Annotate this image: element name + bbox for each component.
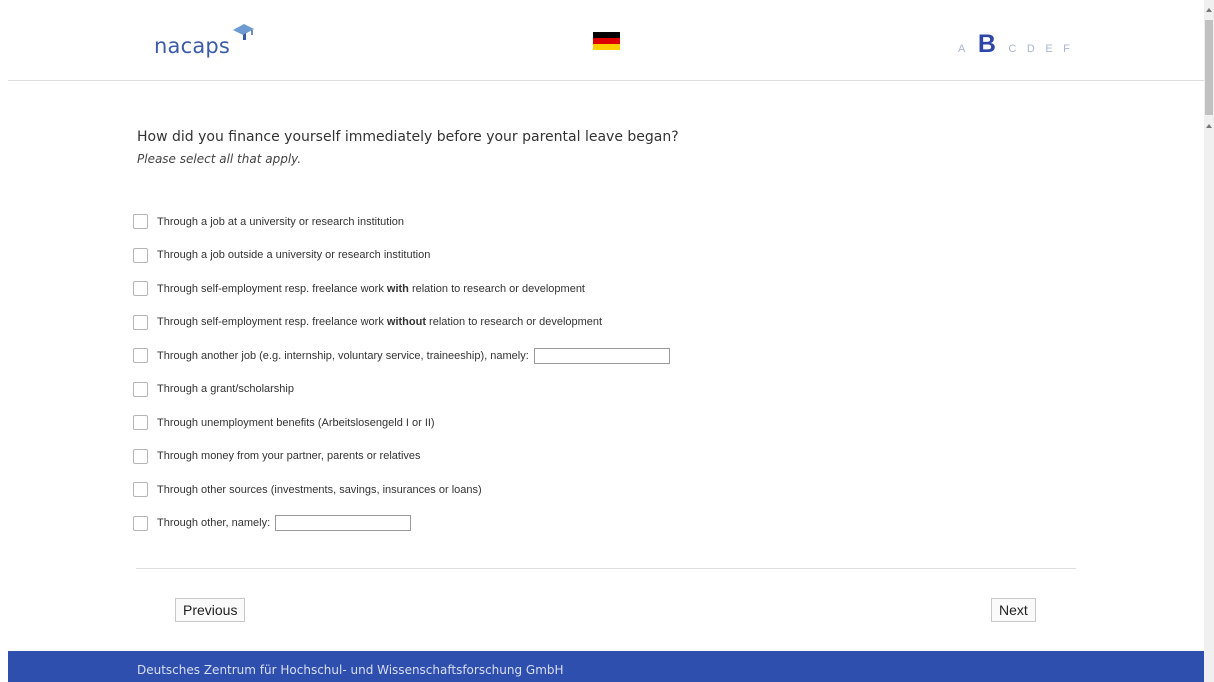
option-other-sources[interactable]: Through other sources (investments, savi…: [133, 473, 670, 507]
step-f: F: [1063, 43, 1071, 55]
checkbox[interactable]: [133, 348, 148, 364]
checkbox[interactable]: [133, 247, 148, 263]
option-label: Through another job (e.g. internship, vo…: [157, 349, 529, 362]
option-label: Through money from your partner, parents…: [157, 450, 421, 463]
footer-text: Deutsches Zentrum für Hochschul- und Wis…: [137, 663, 564, 677]
option-label: Through other sources (investments, savi…: [157, 483, 482, 496]
scroll-thumb[interactable]: [1205, 20, 1213, 115]
step-e: E: [1045, 43, 1054, 55]
question-hint: Please select all that apply.: [137, 152, 302, 166]
option-another-job[interactable]: Through another job (e.g. internship, vo…: [133, 339, 670, 373]
logo-text: nacaps: [154, 34, 231, 58]
option-money-from-partner[interactable]: Through money from your partner, parents…: [133, 440, 670, 474]
option-label: Through self-employment resp. freelance …: [157, 282, 585, 295]
checkbox[interactable]: [133, 214, 148, 230]
german-flag-icon[interactable]: [593, 32, 620, 50]
option-label: Through a job outside a university or re…: [157, 249, 431, 262]
survey-page: nacaps A B C D E F How did you finance y…: [0, 0, 1204, 682]
footer: Deutsches Zentrum für Hochschul- und Wis…: [8, 651, 1204, 682]
checkbox[interactable]: [133, 482, 148, 498]
question-title: How did you finance yourself immediately…: [137, 129, 679, 145]
graduation-cap-icon: [231, 22, 255, 44]
next-button[interactable]: Next: [991, 598, 1036, 622]
option-label: Through a job at a university or researc…: [157, 215, 405, 228]
option-self-employment-with-research[interactable]: Through self-employment resp. freelance …: [133, 272, 670, 306]
option-label: Through other, namely:: [157, 517, 271, 530]
step-b-active: B: [977, 30, 997, 58]
option-grant-scholarship[interactable]: Through a grant/scholarship: [133, 373, 670, 407]
vertical-scrollbar[interactable]: [1204, 0, 1214, 682]
options-list: Through a job at a university or researc…: [133, 205, 670, 540]
checkbox[interactable]: [133, 515, 148, 531]
option-unemployment-benefits[interactable]: Through unemployment benefits (Arbeitslo…: [133, 406, 670, 440]
nacaps-logo: nacaps: [154, 24, 255, 58]
checkbox[interactable]: [133, 415, 148, 431]
option-label: Through unemployment benefits (Arbeitslo…: [157, 416, 435, 429]
progress-steps: A B C D E F: [958, 30, 1070, 59]
divider: [136, 568, 1076, 569]
option-self-employment-without-research[interactable]: Through self-employment resp. freelance …: [133, 306, 670, 340]
another-job-text-input[interactable]: [533, 347, 670, 364]
previous-button[interactable]: Previous: [175, 598, 246, 622]
step-c: C: [1008, 43, 1017, 55]
checkbox[interactable]: [133, 314, 148, 330]
checkbox[interactable]: [133, 281, 148, 297]
option-label: Through a grant/scholarship: [157, 383, 294, 396]
option-other-namely[interactable]: Through other, namely:: [133, 507, 670, 541]
option-label: Through self-employment resp. freelance …: [157, 316, 603, 329]
step-a: A: [958, 43, 966, 55]
checkbox[interactable]: [133, 448, 148, 464]
option-university-job[interactable]: Through a job at a university or researc…: [133, 205, 670, 239]
step-d: D: [1026, 43, 1036, 55]
scroll-up-arrow-icon[interactable]: [1206, 8, 1212, 12]
scroll-arrow-icon[interactable]: [1206, 124, 1212, 128]
other-namely-text-input[interactable]: [275, 515, 412, 532]
option-outside-university-job[interactable]: Through a job outside a university or re…: [133, 239, 670, 273]
checkbox[interactable]: [133, 381, 148, 397]
header: nacaps A B C D E F: [8, 0, 1204, 81]
